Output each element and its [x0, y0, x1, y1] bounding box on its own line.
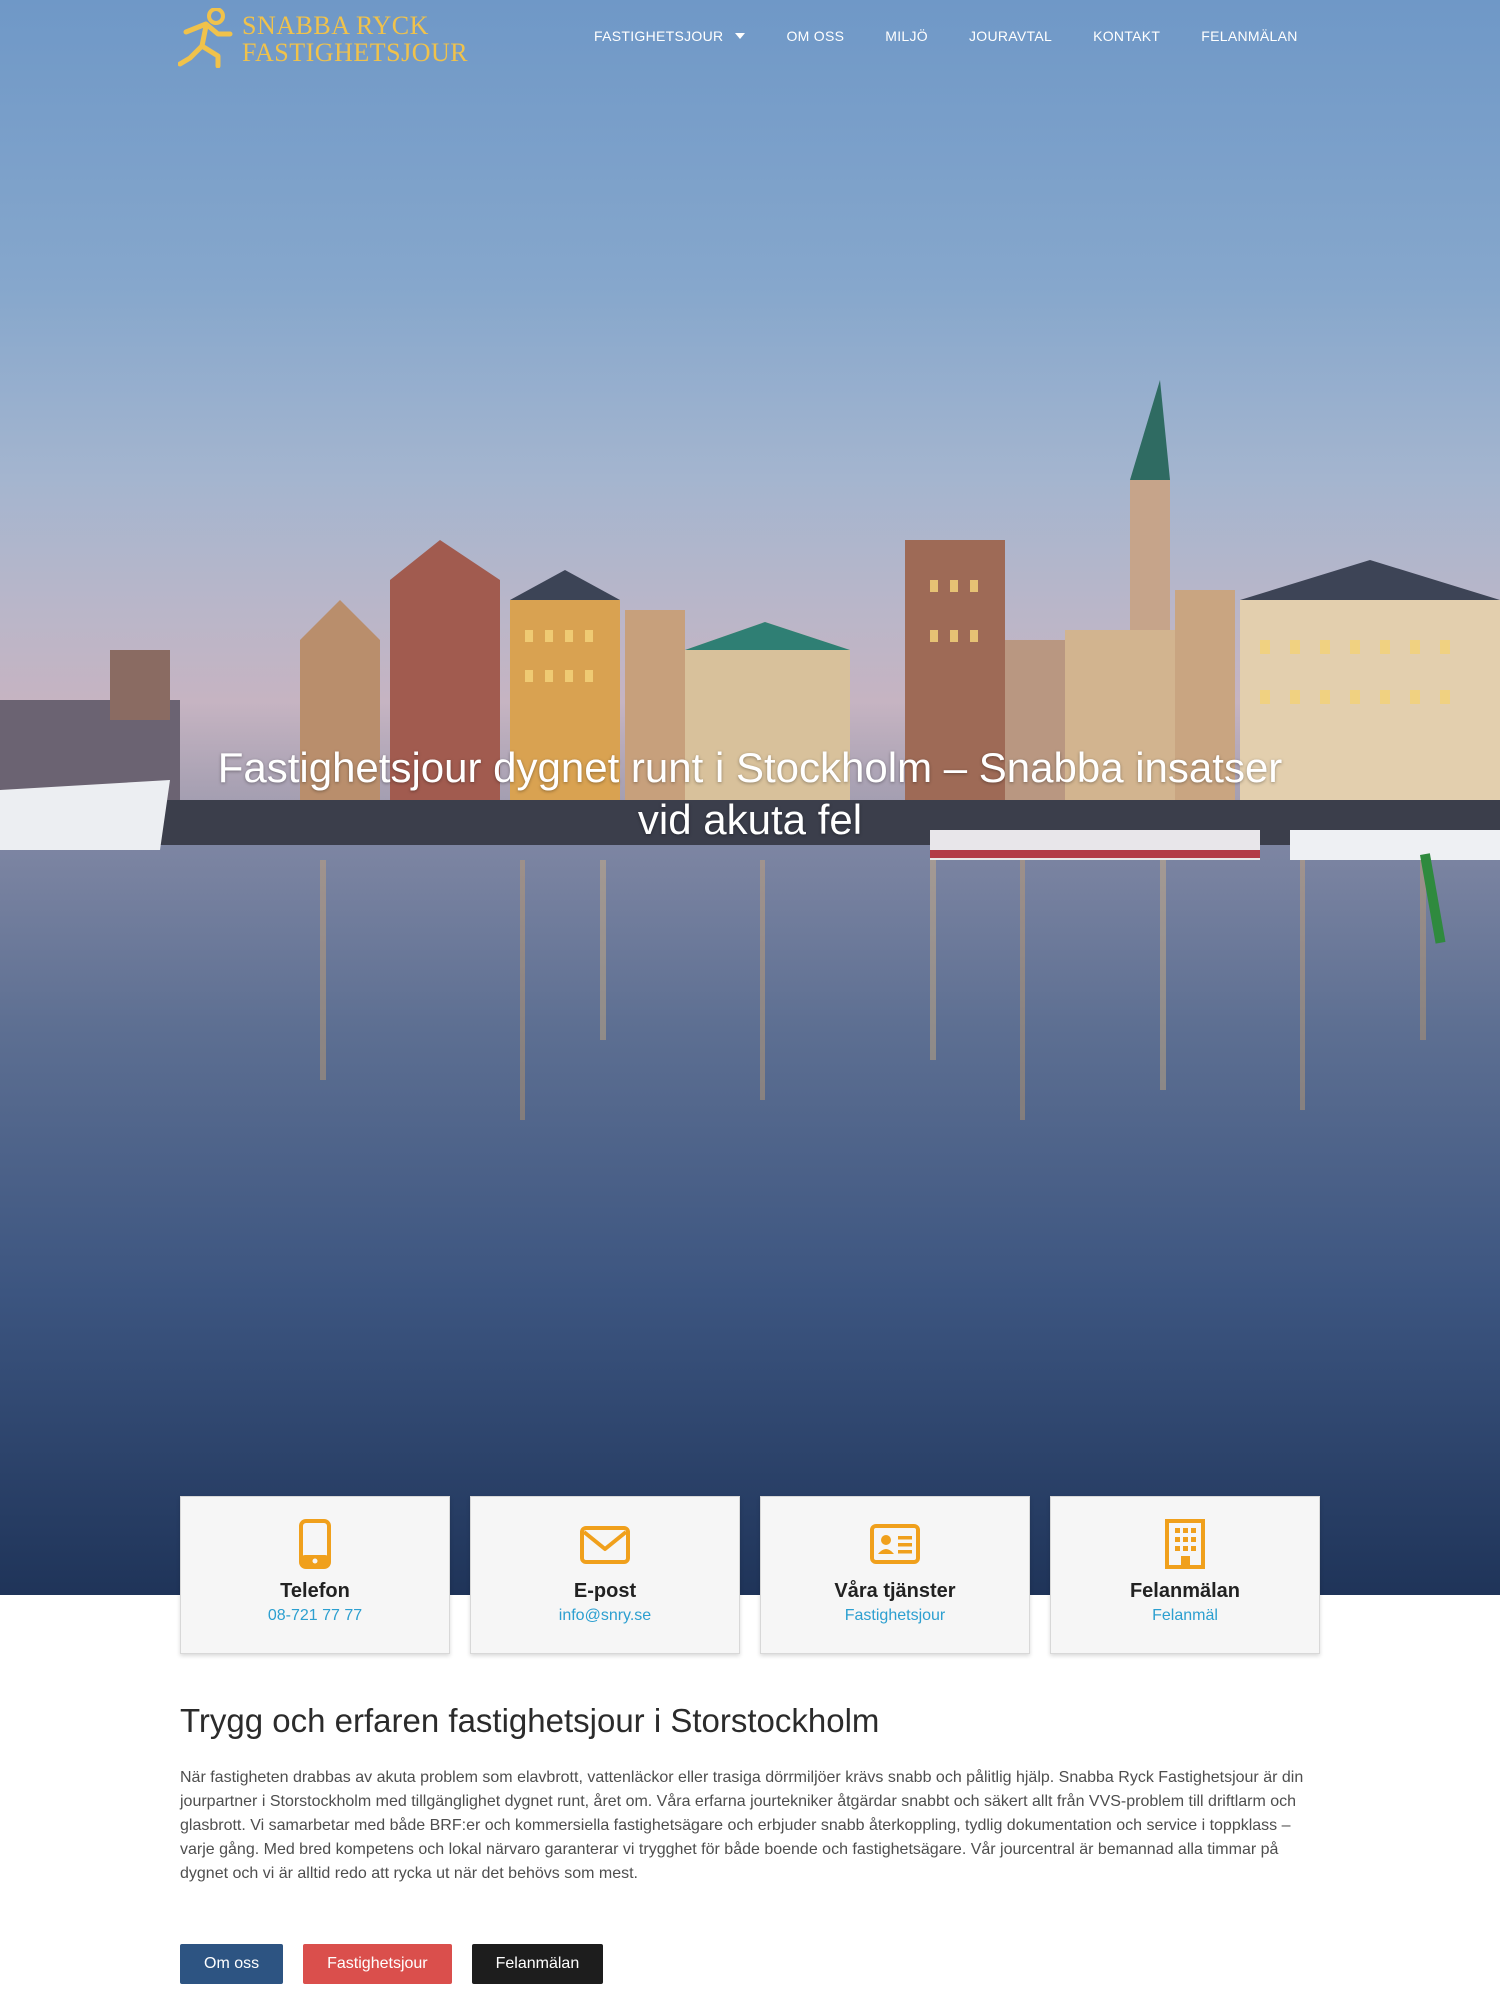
envelope-icon	[580, 1526, 630, 1564]
nav-item-fastighetsjour[interactable]: FASTIGHETSJOUR	[594, 28, 746, 44]
nav-label: FASTIGHETSJOUR	[594, 28, 724, 44]
fastighetsjour-button[interactable]: Fastighetsjour	[303, 1944, 452, 1984]
intro-text: När fastigheten drabbas av akuta problem…	[180, 1769, 1304, 1882]
card-title: E-post	[573, 1580, 637, 1602]
card-title: Telefon	[280, 1580, 350, 1602]
phone-link[interactable]: 08-721 77 77	[181, 1607, 449, 1625]
nav-item-miljo[interactable]: MILJÖ	[885, 28, 928, 44]
services-link[interactable]: Fastighetsjour	[761, 1607, 1029, 1625]
phone-icon	[299, 1519, 331, 1569]
logo-line2: FASTIGHETSJOUR	[242, 38, 469, 67]
about-button[interactable]: Om oss	[180, 1944, 284, 1984]
logo-text: SNABBA RYCK FASTIGHETSJOUR	[242, 12, 468, 66]
report-link[interactable]: Felanmäl	[1051, 1607, 1319, 1625]
main-nav: FASTIGHETSJOUR OM OSS MILJÖ JOURAVTAL KO…	[594, 28, 1339, 44]
hero-section: SNABBA RYCK FASTIGHETSJOUR FASTIGHETSJOU…	[0, 0, 1500, 1595]
id-card-icon	[870, 1524, 920, 1564]
nav-item-jouravtal[interactable]: JOURAVTAL	[969, 28, 1052, 44]
card-title: Felanmälan	[1129, 1580, 1241, 1602]
intro-buttons: Om oss Fastighetsjour Felanmälan	[180, 1944, 604, 1984]
building-icon	[1165, 1519, 1205, 1569]
card-felanmalan: Felanmälan Felanmäl	[1050, 1496, 1320, 1654]
runner-logo-icon	[178, 8, 233, 68]
nav-item-felanmalan[interactable]: FELANMÄLAN	[1201, 28, 1297, 44]
intro-title: Trygg och erfaren fastighetsjour i Stors…	[180, 1702, 880, 1739]
hero-title: Fastighetsjour dygnet runt i Stockholm –…	[217, 744, 1283, 843]
nav-item-kontakt[interactable]: KONTAKT	[1093, 28, 1160, 44]
contact-cards: Telefon 08-721 77 77 E-post info@snry.se…	[180, 1496, 1320, 1654]
site-logo[interactable]: SNABBA RYCK FASTIGHETSJOUR	[178, 8, 488, 70]
card-epost: E-post info@snry.se	[470, 1496, 740, 1654]
logo-line1: SNABBA RYCK	[242, 11, 429, 40]
nav-item-om-oss[interactable]: OM OSS	[786, 28, 844, 44]
card-title: Våra tjänster	[834, 1580, 956, 1602]
card-telefon: Telefon 08-721 77 77	[180, 1496, 450, 1654]
caret-down-icon	[735, 33, 746, 39]
felanmalan-button[interactable]: Felanmälan	[471, 1944, 604, 1984]
email-link[interactable]: info@snry.se	[471, 1607, 739, 1625]
card-tjanster: Våra tjänster Fastighetsjour	[760, 1496, 1030, 1654]
